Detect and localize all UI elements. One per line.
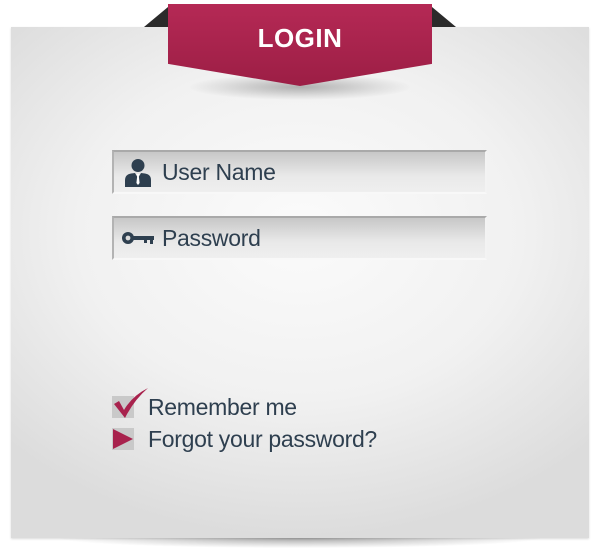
arrow-right-icon — [112, 428, 134, 450]
username-field[interactable] — [112, 150, 487, 194]
password-input[interactable] — [162, 220, 485, 256]
checkmark-icon — [114, 388, 148, 418]
password-field[interactable] — [112, 216, 487, 260]
username-input[interactable] — [162, 154, 485, 190]
page-title: LOGIN — [257, 23, 343, 53]
user-icon — [114, 152, 162, 192]
ribbon-fold-right — [432, 7, 456, 27]
ribbon-fold-left — [144, 7, 168, 27]
login-panel — [11, 27, 589, 538]
key-icon — [114, 218, 162, 258]
remember-me-option[interactable]: Remember me — [112, 388, 297, 422]
forgot-password-label: Forgot your password? — [148, 425, 377, 452]
forgot-password-link[interactable]: Forgot your password? — [112, 424, 377, 454]
remember-me-checkbox[interactable] — [112, 388, 148, 418]
remember-me-label: Remember me — [148, 393, 297, 420]
